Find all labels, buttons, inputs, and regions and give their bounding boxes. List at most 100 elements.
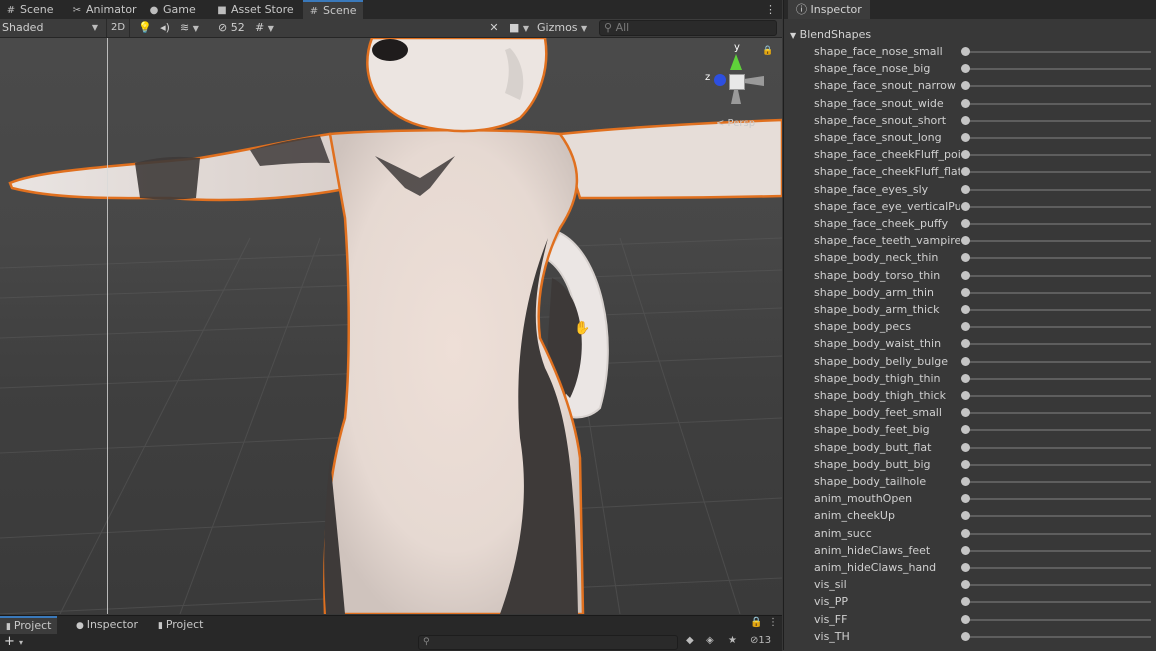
blendshape-slider-track[interactable] [965, 395, 1151, 397]
blendshape-slider-knob[interactable] [961, 167, 970, 177]
blendshape-slider-track[interactable] [965, 549, 1151, 552]
blendshape-slider-track[interactable] [965, 635, 1151, 638]
blendshape-slider-track[interactable] [965, 119, 1151, 122]
blendshape-slider-knob[interactable] [961, 356, 970, 366]
blendshape-slider-knob[interactable] [961, 322, 970, 332]
scene-viewport[interactable]: y z < Persp 🔒 ✋ [0, 38, 782, 614]
scene-search-input[interactable]: ⚲ All [599, 20, 777, 36]
filter-by-label-icon[interactable]: ◈ [706, 635, 714, 646]
blendshape-slider-knob[interactable] [961, 253, 970, 263]
hidden-packages-toggle[interactable]: ⊘13 [750, 635, 771, 646]
blendshape-slider-knob[interactable] [961, 305, 970, 314]
filter-by-type-icon[interactable]: ◆ [686, 635, 694, 646]
lock-icon[interactable]: 🔒 [750, 617, 762, 628]
tools-icon[interactable]: ✕ [487, 19, 501, 37]
grid-snapping-dropdown[interactable]: # ▼ [255, 19, 285, 37]
blendshapes-foldout[interactable]: ▼ BlendShapes [790, 28, 871, 41]
blendshape-slider-knob[interactable] [961, 201, 970, 211]
gizmo-center-cube[interactable] [729, 74, 745, 90]
orientation-gizmo[interactable]: y z < Persp 🔒 [700, 42, 774, 134]
bottom-tab-project[interactable]: ▮ Project [0, 616, 58, 634]
gizmos-dropdown[interactable]: Gizmos ▼ [537, 19, 593, 37]
blendshape-slider-knob[interactable] [961, 236, 970, 246]
tab-scene[interactable]: # Scene [0, 0, 60, 19]
blendshape-slider-track[interactable] [965, 291, 1151, 294]
bottom-tab-inspector[interactable]: ● Inspector [70, 616, 144, 634]
blendshape-slider-knob[interactable] [961, 631, 970, 641]
blendshape-slider-knob[interactable] [961, 511, 970, 521]
blendshape-slider-knob[interactable] [961, 528, 970, 538]
gizmo-y-cone[interactable] [730, 54, 742, 70]
blendshape-slider-track[interactable] [965, 137, 1151, 139]
blendshape-slider-track[interactable] [965, 584, 1151, 587]
blendshape-slider-knob[interactable] [961, 64, 970, 74]
add-button[interactable]: + ▾ [4, 634, 23, 651]
blendshape-slider-knob[interactable] [961, 219, 970, 228]
blendshape-slider-track[interactable] [965, 498, 1151, 501]
blendshape-slider-track[interactable] [965, 567, 1151, 569]
blendshape-slider-knob[interactable] [961, 597, 970, 607]
blendshape-slider-knob[interactable] [961, 47, 970, 56]
blendshape-slider-knob[interactable] [961, 442, 970, 452]
blendshape-slider-track[interactable] [965, 343, 1151, 346]
blendshape-slider-track[interactable] [965, 412, 1151, 415]
lock-icon[interactable]: 🔒 [762, 46, 773, 56]
blendshape-slider-track[interactable] [965, 240, 1151, 243]
blendshape-slider-knob[interactable] [961, 150, 970, 160]
blendshape-slider-knob[interactable] [961, 98, 970, 108]
blendshape-slider-track[interactable] [965, 154, 1151, 157]
blendshape-slider-knob[interactable] [961, 494, 970, 504]
blendshape-slider-knob[interactable] [961, 339, 970, 349]
blendshape-slider-track[interactable] [965, 429, 1151, 432]
gizmo-x-cone[interactable] [744, 76, 764, 86]
tab-game[interactable]: ● Game [143, 0, 202, 19]
blendshape-slider-knob[interactable] [961, 545, 970, 555]
blendshape-slider-track[interactable] [965, 601, 1151, 604]
gizmo-projection-label[interactable]: < Persp [716, 118, 755, 129]
blendshape-slider-track[interactable] [965, 223, 1151, 225]
gizmo-negy-cone[interactable] [731, 90, 741, 104]
blendshape-slider-track[interactable] [965, 102, 1151, 105]
blendshape-slider-knob[interactable] [961, 115, 970, 125]
blendshape-slider-track[interactable] [965, 274, 1151, 277]
tab-scene[interactable]: # Scene [303, 0, 363, 19]
blendshape-slider-track[interactable] [965, 309, 1151, 311]
effects-dropdown[interactable]: ≋ ▼ [180, 19, 208, 37]
blendshape-slider-track[interactable] [965, 257, 1151, 260]
project-search-input[interactable]: ⚲ [418, 635, 678, 650]
shading-mode-dropdown[interactable]: Shaded ▼ [2, 19, 100, 37]
blendshape-slider-track[interactable] [965, 446, 1151, 449]
blendshape-slider-knob[interactable] [961, 391, 970, 400]
blendshape-slider-knob[interactable] [961, 459, 970, 469]
gizmo-z-cone[interactable] [714, 74, 726, 86]
blendshape-slider-track[interactable] [965, 360, 1151, 363]
blendshape-slider-track[interactable] [965, 188, 1151, 191]
blendshape-slider-knob[interactable] [961, 184, 970, 194]
audio-toggle-icon[interactable]: ◂) [158, 19, 172, 37]
blendshape-slider-knob[interactable] [961, 373, 970, 383]
blendshape-slider-knob[interactable] [961, 408, 970, 418]
tab-animator[interactable]: ✂ Animator [66, 0, 143, 19]
blendshape-slider-track[interactable] [965, 481, 1151, 483]
blendshape-slider-track[interactable] [965, 618, 1151, 621]
blendshape-slider-track[interactable] [965, 171, 1151, 174]
hidden-objects-toggle[interactable]: ⊘ 52 [218, 19, 252, 37]
tab-asset-store[interactable]: ■ Asset Store [211, 0, 300, 19]
blendshape-slider-knob[interactable] [961, 580, 970, 590]
blendshape-slider-knob[interactable] [961, 270, 970, 280]
blendshape-slider-knob[interactable] [961, 81, 970, 91]
blendshape-slider-track[interactable] [965, 205, 1151, 208]
blendshape-slider-track[interactable] [965, 51, 1151, 53]
tab-inspector[interactable]: ⓘ Inspector [788, 0, 870, 19]
blendshape-slider-track[interactable] [965, 85, 1151, 88]
panel-menu-icon[interactable]: ⋮ [768, 617, 778, 628]
blendshape-slider-knob[interactable] [961, 477, 970, 486]
blendshape-slider-knob[interactable] [961, 563, 970, 572]
blendshape-slider-knob[interactable] [961, 614, 970, 624]
blendshape-slider-knob[interactable] [961, 425, 970, 435]
2d-toggle-button[interactable]: 2D [106, 19, 130, 37]
blendshape-slider-track[interactable] [965, 463, 1151, 466]
blendshape-slider-track[interactable] [965, 377, 1151, 380]
camera-settings-dropdown[interactable]: ■ ▼ [509, 19, 535, 37]
favorite-icon[interactable]: ★ [728, 635, 737, 646]
